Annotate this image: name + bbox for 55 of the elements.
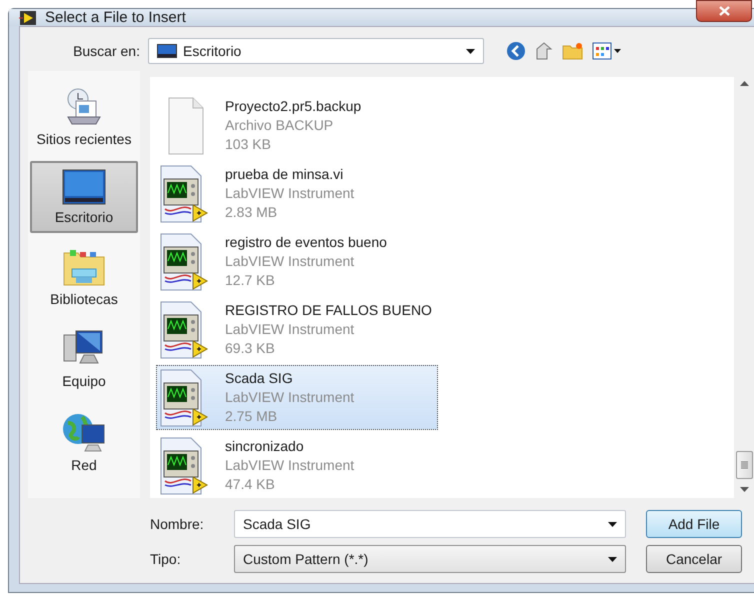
place-item[interactable]: Bibliotecas [30,239,138,315]
file-size: 69.3 KB [225,339,276,358]
app-icon [19,10,37,26]
file-type-dropdown[interactable]: Custom Pattern (*.*) [234,545,626,573]
desktop-icon [62,169,106,205]
file-type-label: Tipo: [150,551,182,567]
up-folder-icon[interactable] [534,41,554,61]
place-item[interactable]: Red [30,403,138,481]
file-name-field[interactable]: Scada SIG [234,510,626,538]
file-item[interactable]: Scada SIG LabVIEW Instrument 2.75 MB [156,365,438,430]
file-item[interactable]: sincronizado LabVIEW Instrument 47.4 KB [156,433,438,498]
close-button[interactable] [696,0,752,22]
dropdown-caret-icon [608,522,617,526]
file-name: Proyecto2.pr5.backup [225,97,362,116]
file-item[interactable]: Proyecto2.pr5.backup Archivo BACKUP 103 KB [156,93,438,158]
look-in-dropdown[interactable]: Escritorio [148,38,484,64]
scroll-thumb[interactable] [736,451,752,479]
place-item[interactable]: Escritorio [30,161,138,233]
file-size: 103 KB [225,135,272,154]
file-item[interactable]: prueba de minsa.vi LabVIEW Instrument 2.83 MB [156,161,438,226]
dropdown-caret-icon [608,556,617,562]
file-name: REGISTRO DE FALLOS BUENO [225,301,432,320]
file-size: 12.7 KB [225,271,276,290]
close-icon [718,6,730,16]
file-type: LabVIEW Instrument [225,252,356,271]
dropdown-caret-icon [466,48,475,54]
file-type: Archivo BACKUP [225,116,334,135]
scroll-down-icon[interactable] [740,487,748,492]
file-size: 2.75 MB [225,407,278,426]
window-title: Select a File to Insert [45,9,187,26]
place-item[interactable]: Equipo [30,321,138,397]
file-size: 47.4 KB [225,475,276,494]
look-in-label: Buscar en: [72,43,140,59]
network-globe-icon [62,411,106,453]
scroll-up-icon[interactable] [740,81,748,86]
file-name: registro de eventos bueno [225,233,387,252]
file-type: LabVIEW Instrument [225,456,354,475]
file-size: 2.83 MB [225,203,278,222]
file-type: LabVIEW Instrument [225,320,356,339]
place-item[interactable]: Sitios recientes [30,79,138,155]
file-name-label: Nombre: [150,516,205,532]
file-name: sincronizado [225,437,305,456]
new-folder-icon[interactable] [562,42,584,60]
grip-icon [740,461,748,469]
add-file-button[interactable]: Add File [646,510,742,538]
file-item[interactable]: REGISTRO DE FALLOS BUENO LabVIEW Instrument 69.3 KB [156,297,438,362]
view-menu-icon[interactable] [592,42,622,60]
cancel-button[interactable]: Cancelar [646,545,742,573]
file-name: prueba de minsa.vi [225,165,344,184]
desktop-icon [157,44,177,58]
file-type: LabVIEW Instrument [225,388,354,407]
file-item[interactable]: registro de eventos bueno LabVIEW Instrument 12.7 KB [156,229,438,294]
file-type: LabVIEW Instrument [225,184,354,203]
libraries-folder-icon [62,247,106,287]
file-name: Scada SIG [225,369,294,388]
